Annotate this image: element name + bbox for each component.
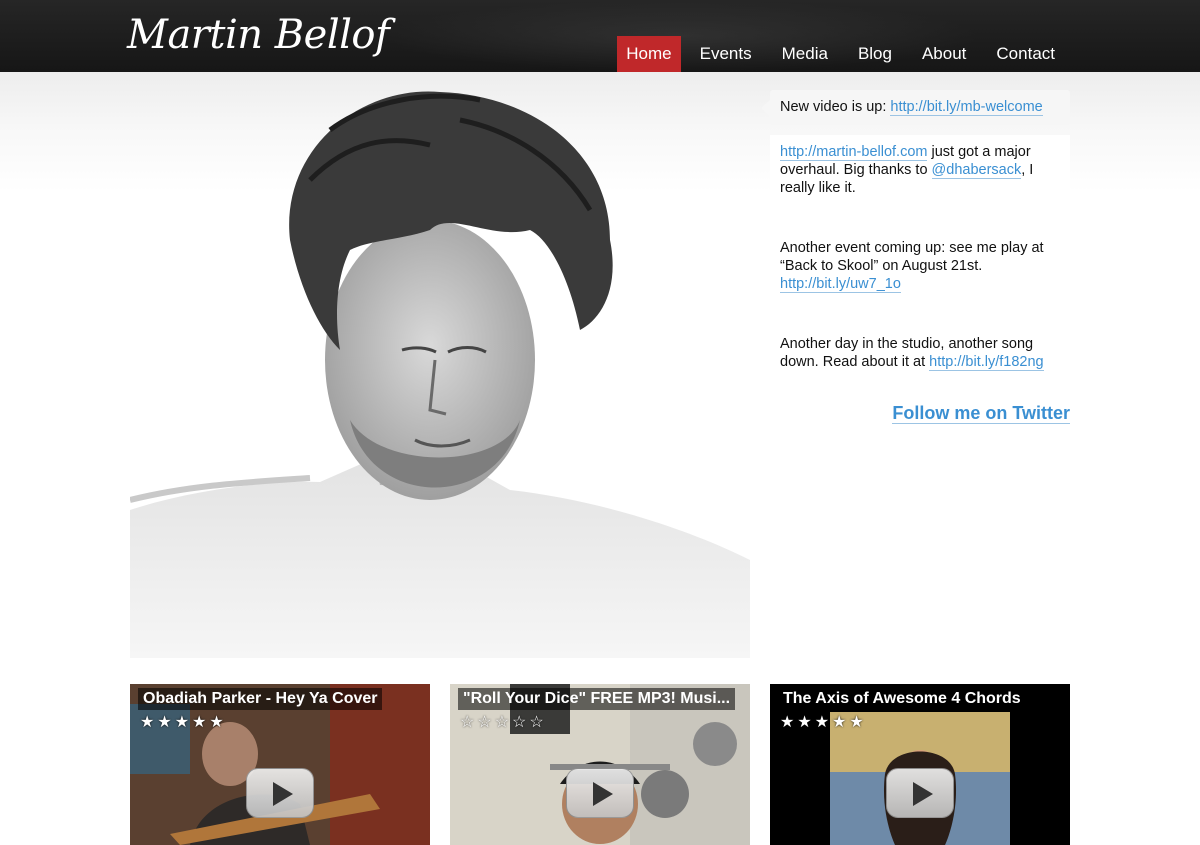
follow-twitter-link[interactable]: Follow me on Twitter xyxy=(770,403,1070,424)
tweet-mention-link[interactable]: @dhabersack xyxy=(931,162,1022,179)
video-thumbnail[interactable]: "Roll Your Dice" FREE MP3! Musi... ☆☆☆☆☆ xyxy=(450,684,750,845)
video-title: "Roll Your Dice" FREE MP3! Musi... xyxy=(458,688,736,710)
artist-photo xyxy=(129,90,750,658)
nav-item-about[interactable]: About xyxy=(907,36,981,72)
tweet-link[interactable]: http://bit.ly/f182ng xyxy=(929,354,1044,371)
play-icon[interactable] xyxy=(886,768,954,818)
nav-item-events[interactable]: Events xyxy=(685,36,767,72)
nav-item-contact[interactable]: Contact xyxy=(981,36,1070,72)
tweet: Another event coming up: see me play at … xyxy=(770,231,1070,302)
tweet-link[interactable]: http://bit.ly/uw7_1o xyxy=(780,276,901,293)
site-logo[interactable]: Martin Bellof xyxy=(127,10,390,60)
rating-stars: ★★★★★ xyxy=(780,714,867,731)
nav-item-home[interactable]: Home xyxy=(617,36,681,72)
main-nav: Home Events Media Blog About Contact xyxy=(617,36,1070,72)
video-title: Obadiah Parker - Hey Ya Cover xyxy=(138,688,383,710)
play-icon[interactable] xyxy=(246,768,314,818)
video-title: The Axis of Awesome 4 Chords xyxy=(778,688,1026,710)
tweet: New video is up: http://bit.ly/mb-welcom… xyxy=(761,90,1070,125)
video-thumbnail[interactable]: The Axis of Awesome 4 Chords ★★★★★ xyxy=(770,684,1070,845)
rating-stars: ★★★★★ xyxy=(140,714,227,731)
video-thumbnail[interactable]: Obadiah Parker - Hey Ya Cover ★★★★★ xyxy=(130,684,430,845)
nav-item-blog[interactable]: Blog xyxy=(843,36,907,72)
video-strip: Obadiah Parker - Hey Ya Cover ★★★★★ "Rol… xyxy=(130,684,1070,845)
rating-stars: ☆☆☆☆☆ xyxy=(460,714,547,731)
tweet-link[interactable]: http://martin-bellof.com xyxy=(780,144,928,161)
site-header: Martin Bellof Home Events Media Blog Abo… xyxy=(0,0,1200,72)
tweet-link[interactable]: http://bit.ly/mb-welcome xyxy=(890,99,1043,116)
twitter-feed: New video is up: http://bit.ly/mb-welcom… xyxy=(761,90,1070,424)
play-icon[interactable] xyxy=(566,768,634,818)
tweet: http://martin-bellof.com just got a majo… xyxy=(770,135,1070,206)
nav-item-media[interactable]: Media xyxy=(767,36,843,72)
tweet: Another day in the studio, another song … xyxy=(770,327,1070,380)
